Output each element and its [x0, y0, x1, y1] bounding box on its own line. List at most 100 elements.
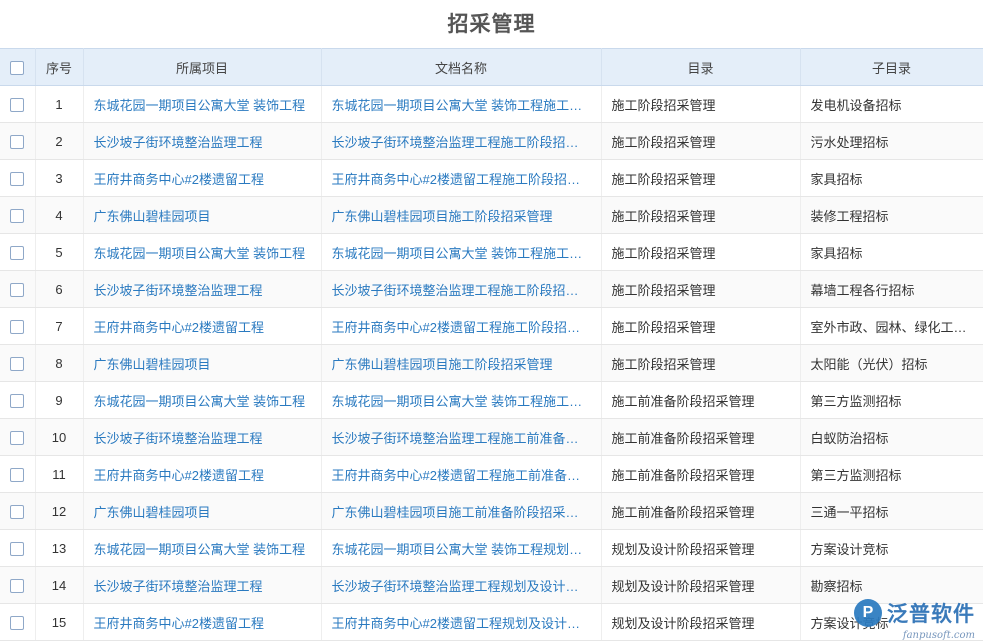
document-link[interactable]: 广东佛山碧桂园项目施工阶段招采管理: [321, 344, 602, 382]
table-row[interactable]: 11王府井商务中心#2楼遗留工程王府井商务中心#2楼遗留工程施工前准备阶段招采管…: [0, 455, 983, 493]
row-number: 7: [35, 307, 84, 345]
row-checkbox[interactable]: [10, 578, 25, 593]
table-row[interactable]: 13 东城花园一期项目公寓大堂 装饰工程 东城花园一期项目公寓大堂 装饰工程规划及设…: [0, 529, 983, 567]
row-checkbox[interactable]: [10, 245, 25, 260]
project-link[interactable]: 王府井商务中心#2楼遗留工程: [83, 307, 322, 345]
row-checkbox[interactable]: [10, 504, 25, 519]
row-select-cell[interactable]: [0, 455, 36, 493]
project-link[interactable]: 长沙坡子街环境整治监理工程: [83, 566, 322, 604]
row-number: 3: [35, 159, 84, 197]
subdirectory-cell: 方案设计竞标: [800, 529, 983, 567]
project-link[interactable]: 广东佛山碧桂园项目: [83, 196, 322, 234]
project-link[interactable]: 东城花园一期项目公寓大堂 装饰工程: [83, 233, 322, 271]
table-header-row: 序号 所属项目 文档名称 目录 子目录: [0, 48, 983, 86]
table-row[interactable]: 3 王府井商务中心#2楼遗留工程 王府井商务中心#2楼遗留工程施工阶段招采管理 施工阶…: [0, 159, 983, 197]
row-select-cell[interactable]: [0, 159, 36, 197]
row-checkbox[interactable]: [10, 208, 25, 223]
header-project[interactable]: 所属项目: [83, 48, 322, 86]
row-number: 15: [35, 603, 84, 641]
row-select-cell[interactable]: [0, 603, 36, 641]
project-link[interactable]: 东城花园一期项目公寓大堂 装饰工程: [83, 381, 322, 419]
table-row[interactable]: 2 长沙坡子街环境整治监理工程 长沙坡子街环境整治监理工程施工阶段招采管理 施工阶段招…: [0, 122, 983, 160]
row-number: 1: [35, 85, 84, 123]
row-number: 2: [35, 122, 84, 160]
row-checkbox[interactable]: [10, 171, 25, 186]
row-checkbox[interactable]: [10, 134, 25, 149]
project-link[interactable]: 广东佛山碧桂园项目: [83, 492, 322, 530]
row-select-cell[interactable]: [0, 85, 36, 123]
row-select-cell[interactable]: [0, 492, 36, 530]
header-doc-name[interactable]: 文档名称: [321, 48, 602, 86]
row-select-cell[interactable]: [0, 233, 36, 271]
row-select-cell[interactable]: [0, 418, 36, 456]
row-select-cell[interactable]: [0, 122, 36, 160]
document-link[interactable]: 广东佛山碧桂园项目施工前准备阶段招采管理: [321, 492, 602, 530]
header-directory[interactable]: 目录: [601, 48, 801, 86]
document-link[interactable]: 王府井商务中心#2楼遗留工程施工阶段招采管理: [321, 307, 602, 345]
project-link[interactable]: 长沙坡子街环境整治监理工程: [83, 270, 322, 308]
table-row[interactable]: 14长沙坡子街环境整治监理工程长沙坡子街环境整治监理工程规划及设计阶段招采管理规…: [0, 566, 983, 604]
document-link[interactable]: 长沙坡子街环境整治监理工程施工前准备阶段招采管理: [321, 418, 602, 456]
header-subdirectory[interactable]: 子目录: [800, 48, 983, 86]
document-link[interactable]: 长沙坡子街环境整治监理工程施工阶段招采管理: [321, 122, 602, 160]
directory-cell: 施工前准备阶段招采管理: [601, 492, 801, 530]
document-link[interactable]: 王府井商务中心#2楼遗留工程施工前准备阶段招采管理: [321, 455, 602, 493]
table-row[interactable]: 5东城花园一期项目公寓大堂 装饰工程东城花园一期项目公寓大堂 装饰工程施工阶段招…: [0, 233, 983, 271]
project-link[interactable]: 王府井商务中心#2楼遗留工程: [83, 159, 322, 197]
table-row[interactable]: 15王府井商务中心#2楼遗留工程王府井商务中心#2楼遗留工程规划及设计阶段招采管…: [0, 603, 983, 641]
table-row[interactable]: 1东城花园一期项目公寓大堂 装饰工程东城花园一期项目公寓大堂 装饰工程施工阶段招…: [0, 85, 983, 123]
row-select-cell[interactable]: [0, 566, 36, 604]
document-link[interactable]: 长沙坡子街环境整治监理工程规划及设计阶段招采管理: [321, 566, 602, 604]
project-link[interactable]: 王府井商务中心#2楼遗留工程: [83, 455, 322, 493]
project-link[interactable]: 广东佛山碧桂园项目: [83, 344, 322, 382]
project-link[interactable]: 长沙坡子街环境整治监理工程: [83, 122, 322, 160]
subdirectory-cell: 白蚁防治招标: [800, 418, 983, 456]
project-link[interactable]: 长沙坡子街环境整治监理工程: [83, 418, 322, 456]
document-link[interactable]: 王府井商务中心#2楼遗留工程规划及设计阶段招采管理: [321, 603, 602, 641]
project-link[interactable]: 王府井商务中心#2楼遗留工程: [83, 603, 322, 641]
header-no[interactable]: 序号: [35, 48, 84, 86]
row-number: 5: [35, 233, 84, 271]
table-row[interactable]: 12 广东佛山碧桂园项目 广东佛山碧桂园项目施工前准备阶段招采管理 施工前准备阶段招采…: [0, 492, 983, 530]
document-link[interactable]: 东城花园一期项目公寓大堂 装饰工程施工阶段招采管理: [321, 85, 602, 123]
row-checkbox[interactable]: [10, 430, 25, 445]
directory-cell: 规划及设计阶段招采管理: [601, 566, 801, 604]
subdirectory-cell: 家具招标: [800, 159, 983, 197]
table-row[interactable]: 6 长沙坡子街环境整治监理工程 长沙坡子街环境整治监理工程施工阶段招采管理 施工阶段招…: [0, 270, 983, 308]
directory-cell: 施工前准备阶段招采管理: [601, 418, 801, 456]
row-select-cell[interactable]: [0, 196, 36, 234]
document-link[interactable]: 长沙坡子街环境整治监理工程施工阶段招采管理: [321, 270, 602, 308]
row-checkbox[interactable]: [10, 97, 25, 112]
document-link[interactable]: 东城花园一期项目公寓大堂 装饰工程施工前准备阶段招采管理: [321, 381, 602, 419]
directory-cell: 施工阶段招采管理: [601, 233, 801, 271]
row-checkbox[interactable]: [10, 282, 25, 297]
row-checkbox[interactable]: [10, 393, 25, 408]
table-row[interactable]: 10长沙坡子街环境整治监理工程长沙坡子街环境整治监理工程施工前准备阶段招采管理施…: [0, 418, 983, 456]
row-checkbox[interactable]: [10, 615, 25, 630]
document-link[interactable]: 广东佛山碧桂园项目施工阶段招采管理: [321, 196, 602, 234]
table-row[interactable]: 7 王府井商务中心#2楼遗留工程 王府井商务中心#2楼遗留工程施工阶段招采管理 施工阶…: [0, 307, 983, 345]
row-select-cell[interactable]: [0, 270, 36, 308]
table-row[interactable]: 8 广东佛山碧桂园项目 广东佛山碧桂园项目施工阶段招采管理 施工阶段招采管理 太阳能（光…: [0, 344, 983, 382]
subdirectory-cell: 太阳能（光伏）招标: [800, 344, 983, 382]
row-checkbox[interactable]: [10, 319, 25, 334]
select-all-cell[interactable]: [0, 48, 36, 86]
table-row[interactable]: 9东城花园一期项目公寓大堂 装饰工程东城花园一期项目公寓大堂 装饰工程施工前准备…: [0, 381, 983, 419]
row-select-cell[interactable]: [0, 529, 36, 567]
row-select-cell[interactable]: [0, 344, 36, 382]
select-all-checkbox[interactable]: [10, 60, 25, 75]
directory-cell: 施工前准备阶段招采管理: [601, 381, 801, 419]
table-row[interactable]: 4 广东佛山碧桂园项目 广东佛山碧桂园项目施工阶段招采管理 施工阶段招采管理 装修工程招…: [0, 196, 983, 234]
row-select-cell[interactable]: [0, 381, 36, 419]
row-checkbox[interactable]: [10, 356, 25, 371]
row-checkbox[interactable]: [10, 541, 25, 556]
row-number: 13: [35, 529, 84, 567]
row-checkbox[interactable]: [10, 467, 25, 482]
project-link[interactable]: 东城花园一期项目公寓大堂 装饰工程: [83, 529, 322, 567]
document-link[interactable]: 王府井商务中心#2楼遗留工程施工阶段招采管理: [321, 159, 602, 197]
row-number: 12: [35, 492, 84, 530]
project-link[interactable]: 东城花园一期项目公寓大堂 装饰工程: [83, 85, 322, 123]
document-link[interactable]: 东城花园一期项目公寓大堂 装饰工程规划及设计阶段招采管理: [321, 529, 602, 567]
document-link[interactable]: 东城花园一期项目公寓大堂 装饰工程施工阶段招采管理: [321, 233, 602, 271]
row-select-cell[interactable]: [0, 307, 36, 345]
